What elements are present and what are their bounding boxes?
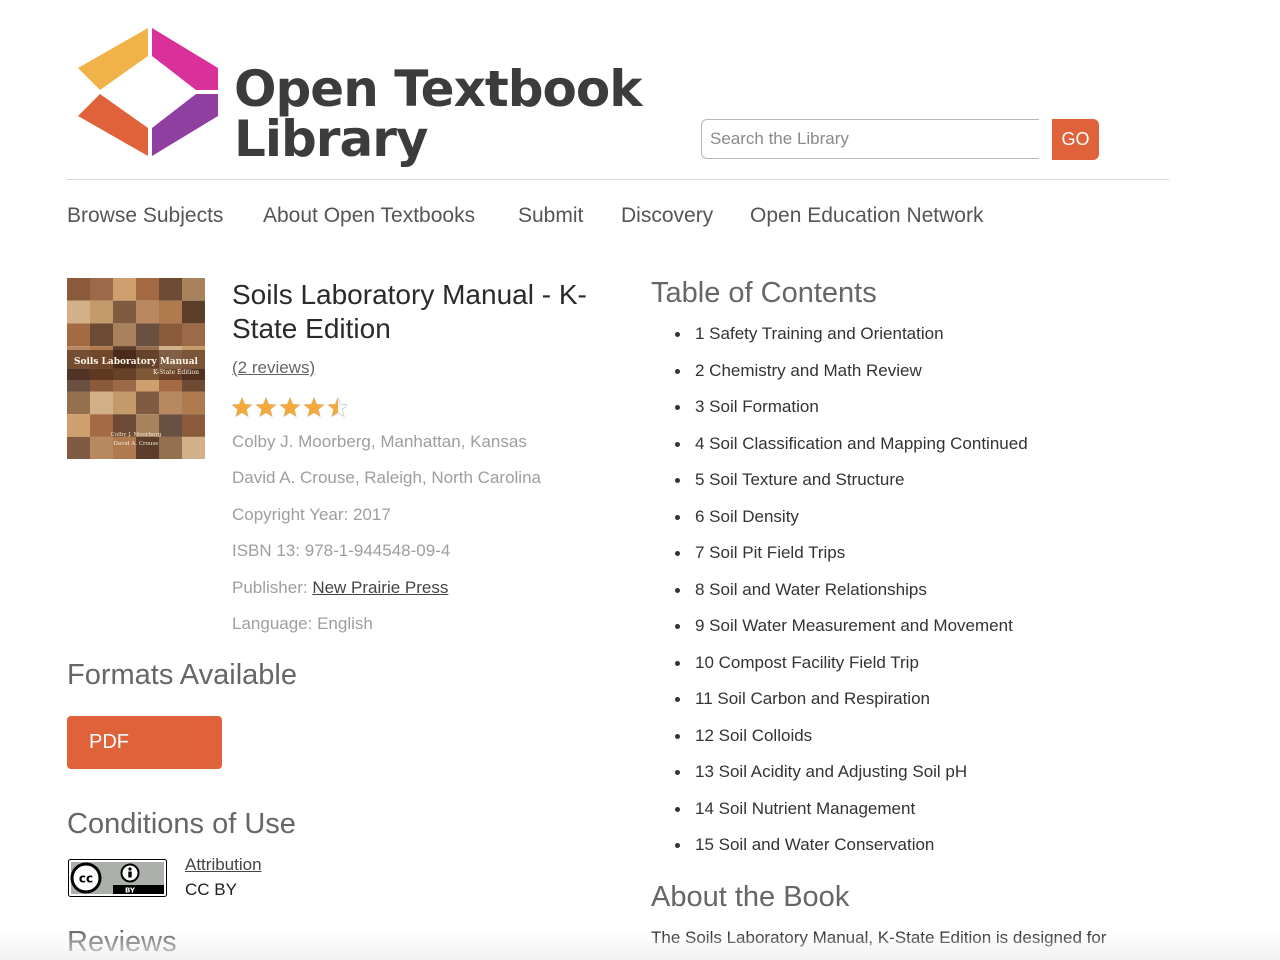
about-description: The Soils Laboratory Manual, K-State Edi… <box>651 928 1107 947</box>
publisher-label: Publisher: <box>232 578 313 597</box>
cover-subtitle-text: K-State Edition <box>153 369 199 376</box>
nav-browse-subjects[interactable]: Browse Subjects <box>67 204 223 228</box>
reviews-heading: Reviews <box>67 926 177 958</box>
toc-item: 12 Soil Colloids <box>651 718 1028 755</box>
toc-item: 14 Soil Nutrient Management <box>651 791 1028 828</box>
copyright-year: Copyright Year: 2017 <box>232 505 391 524</box>
publisher-link[interactable]: New Prairie Press <box>312 578 448 597</box>
toc-item: 8 Soil and Water Relationships <box>651 572 1028 609</box>
toc-item: 2 Chemistry and Math Review <box>651 353 1028 390</box>
star-rating <box>232 397 347 418</box>
toc-list: 1 Safety Training and Orientation 2 Chemi… <box>651 316 1028 864</box>
cover-author-2: David A. Crouse <box>113 441 158 447</box>
author-2: David A. Crouse, Raleigh, North Carolina <box>232 468 541 487</box>
isbn: ISBN 13: 978-1-944548-09-4 <box>232 541 451 560</box>
toc-item: 3 Soil Formation <box>651 389 1028 426</box>
license-code: CC BY <box>185 880 237 899</box>
pdf-download-button[interactable]: PDF <box>67 716 222 769</box>
book-title: Soils Laboratory Manual - K-State Editio… <box>232 279 587 344</box>
by-badge-text: BY <box>125 887 136 895</box>
reviews-count-link[interactable]: (2 reviews) <box>232 358 315 378</box>
toc-item: 15 Soil and Water Conservation <box>651 827 1028 864</box>
nav-about-open-textbooks[interactable]: About Open Textbooks <box>263 204 475 228</box>
nav-submit[interactable]: Submit <box>518 204 583 228</box>
toc-item: 6 Soil Density <box>651 499 1028 536</box>
conditions-heading: Conditions of Use <box>67 808 296 840</box>
brand-name-line2: Library <box>234 110 428 168</box>
nav-discovery[interactable]: Discovery <box>621 204 713 228</box>
toc-item: 13 Soil Acidity and Adjusting Soil pH <box>651 754 1028 791</box>
cc-badge-text: cc <box>79 872 93 886</box>
star-filled-icon <box>256 397 276 417</box>
cc-by-license-badge[interactable]: cc BY <box>68 859 167 897</box>
toc-item: 11 Soil Carbon and Respiration <box>651 681 1028 718</box>
star-filled-icon <box>232 397 252 417</box>
search-input[interactable] <box>701 119 1039 159</box>
nav-open-education-network[interactable]: Open Education Network <box>750 204 983 228</box>
toc-heading: Table of Contents <box>651 277 877 309</box>
open-textbook-library-logo[interactable] <box>78 28 218 156</box>
book-cover-image: Soils Laboratory Manual K-State Edition … <box>67 278 205 459</box>
cover-title-text: Soils Laboratory Manual <box>74 357 199 367</box>
about-heading: About the Book <box>651 881 850 913</box>
cover-author-1: Colby J. Moorberg <box>111 432 162 438</box>
license-attribution-link[interactable]: Attribution <box>185 855 262 875</box>
toc-item: 9 Soil Water Measurement and Movement <box>651 608 1028 645</box>
toc-item: 5 Soil Texture and Structure <box>651 462 1028 499</box>
search-go-button[interactable]: GO <box>1052 119 1099 160</box>
toc-item: 1 Safety Training and Orientation <box>651 316 1028 353</box>
formats-heading: Formats Available <box>67 659 297 691</box>
toc-item: 4 Soil Classification and Mapping Contin… <box>651 426 1028 463</box>
author-1: Colby J. Moorberg, Manhattan, Kansas <box>232 432 527 451</box>
publisher-row: Publisher: New Prairie Press <box>232 578 448 598</box>
toc-item: 7 Soil Pit Field Trips <box>651 535 1028 572</box>
toc-item: 10 Compost Facility Field Trip <box>651 645 1028 682</box>
star-filled-icon <box>304 397 324 417</box>
language: Language: English <box>232 614 373 633</box>
header-divider <box>67 179 1169 180</box>
star-filled-icon <box>280 397 300 417</box>
